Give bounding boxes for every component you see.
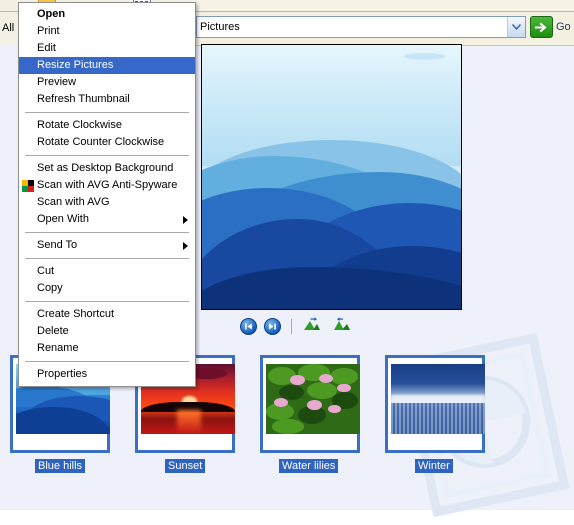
menu-item-label: Print	[37, 25, 60, 37]
menu-item-label: Refresh Thumbnail	[37, 93, 130, 105]
menu-separator	[25, 301, 189, 302]
address-input[interactable]: Pictures	[197, 21, 507, 33]
menu-item-rotate-counter-clockwise[interactable]: Rotate Counter Clockwise	[19, 134, 195, 151]
skip-previous-icon[interactable]	[240, 317, 257, 335]
menu-item-label: Scan with AVG	[37, 196, 110, 208]
chevron-right-icon	[183, 216, 188, 224]
filter-label: All	[2, 22, 15, 34]
menu-item-label: Set as Desktop Background	[37, 162, 174, 174]
menu-item-refresh-thumbnail[interactable]: Refresh Thumbnail	[19, 91, 195, 108]
menu-item-create-shortcut[interactable]: Create Shortcut	[19, 306, 195, 323]
rotate-clockwise-icon[interactable]	[303, 316, 321, 336]
avg-icon	[22, 180, 34, 192]
preview-cloud	[404, 52, 446, 60]
context-menu[interactable]: Open Print Edit Resize Pictures Preview Refre…	[18, 2, 196, 387]
preview-image[interactable]	[201, 44, 462, 310]
menu-item-rename[interactable]: Rename	[19, 340, 195, 357]
menu-separator	[25, 258, 189, 259]
menu-item-resize-pictures[interactable]: Resize Pictures	[19, 57, 195, 74]
menu-item-edit[interactable]: Edit	[19, 40, 195, 57]
skip-next-icon[interactable]	[264, 317, 281, 335]
menu-item-label: Open With	[37, 213, 89, 225]
menu-item-label: Cut	[37, 265, 55, 277]
menu-item-label: Rotate Counter Clockwise	[37, 136, 165, 148]
menu-item-label: Rotate Clockwise	[37, 119, 122, 131]
menu-item-properties[interactable]: Properties	[19, 366, 195, 383]
menu-item-open[interactable]: Open	[19, 6, 195, 23]
rotate-counter-clockwise-icon[interactable]	[333, 316, 351, 336]
menu-separator	[25, 232, 189, 233]
chevron-down-icon[interactable]	[507, 17, 525, 37]
menu-item-label: Create Shortcut	[37, 308, 115, 320]
menu-item-label: Properties	[37, 368, 88, 380]
green-arrow-right-icon	[530, 16, 553, 38]
menu-item-print[interactable]: Print	[19, 23, 195, 40]
menu-item-label: Edit	[37, 42, 56, 54]
thumbnail-item[interactable]	[385, 355, 485, 453]
toolbar-divider	[291, 318, 292, 334]
menu-item-label: Preview	[37, 76, 77, 88]
menu-item-preview[interactable]: Preview	[19, 74, 195, 91]
menu-item-label: Scan with AVG Anti-Spyware	[37, 179, 178, 191]
menu-item-delete[interactable]: Delete	[19, 323, 195, 340]
menu-item-copy[interactable]: Copy	[19, 280, 195, 297]
menu-item-label: Open	[37, 8, 66, 20]
menu-item-rotate-clockwise[interactable]: Rotate Clockwise	[19, 117, 195, 134]
menu-item-set-as-desktop-background[interactable]: Set as Desktop Background	[19, 160, 195, 177]
thumbnail-item[interactable]	[260, 355, 360, 453]
address-bar[interactable]: Pictures	[196, 16, 526, 38]
menu-separator	[25, 155, 189, 156]
explorer-window: All Pictures Go Blue hills Sunset Water …	[0, 0, 574, 518]
menu-item-scan-with-avg-anti-spyware[interactable]: Scan with AVG Anti-Spyware	[19, 177, 195, 194]
menu-separator	[25, 361, 189, 362]
menu-item-label: Send To	[37, 239, 78, 251]
thumbnail-image-water-lilies	[266, 364, 360, 434]
menu-item-open-with[interactable]: Open With	[19, 211, 195, 228]
menu-item-scan-with-avg[interactable]: Scan with AVG	[19, 194, 195, 211]
menu-item-cut[interactable]: Cut	[19, 263, 195, 280]
menu-item-label: Delete	[37, 325, 69, 337]
menu-item-label: Copy	[37, 282, 63, 294]
thumbnail-label[interactable]: Blue hills	[35, 459, 86, 473]
thumbnail-image-winter	[391, 364, 485, 434]
menu-item-send-to[interactable]: Send To	[19, 237, 195, 254]
thumbnail-label[interactable]: Water lilies	[279, 459, 339, 473]
thumbnail-label[interactable]: Sunset	[165, 459, 206, 473]
go-label: Go	[556, 21, 571, 33]
chevron-right-icon	[183, 242, 188, 250]
menu-separator	[25, 112, 189, 113]
menu-item-label: Rename	[37, 342, 79, 354]
thumbnail-label[interactable]: Winter	[415, 459, 453, 473]
go-button[interactable]: Go	[530, 16, 571, 38]
menu-item-label: Resize Pictures	[37, 59, 114, 71]
